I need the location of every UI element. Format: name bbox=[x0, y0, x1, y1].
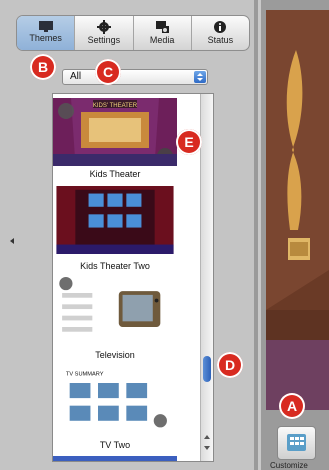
svg-text:KIDS' THEATER: KIDS' THEATER bbox=[93, 103, 138, 109]
tab-themes-label: Themes bbox=[29, 33, 62, 43]
callout-badge: D bbox=[217, 352, 243, 378]
popup-arrows-icon bbox=[194, 71, 206, 83]
customize-button[interactable] bbox=[277, 426, 316, 460]
tab-media[interactable]: Media bbox=[134, 16, 192, 50]
tab-themes[interactable]: Themes bbox=[17, 16, 76, 50]
info-icon bbox=[214, 21, 227, 33]
scroll-up-arrow-icon[interactable] bbox=[204, 435, 210, 439]
tab-settings[interactable]: Settings bbox=[75, 16, 134, 50]
theme-label: Kids Theater Two bbox=[80, 261, 150, 271]
collapse-arrow-icon[interactable] bbox=[10, 238, 14, 244]
callout-badge: C bbox=[95, 59, 121, 85]
theme-thumbnail bbox=[56, 186, 174, 254]
theme-label: Television bbox=[95, 350, 135, 360]
customize-icon bbox=[287, 434, 306, 451]
theme-label: Kids Theater bbox=[89, 169, 141, 179]
theme-thumbnail: KIDS' THEATER bbox=[53, 98, 177, 166]
scrollbar-thumb[interactable] bbox=[203, 356, 211, 382]
gear-icon bbox=[96, 20, 111, 34]
tab-settings-label: Settings bbox=[87, 35, 121, 45]
callout-badge: B bbox=[30, 54, 56, 80]
filter-popup[interactable]: All bbox=[62, 69, 208, 85]
theme-tv-two[interactable]: TV SUMMARY TV Two bbox=[53, 364, 201, 456]
theme-television[interactable]: Television bbox=[53, 274, 201, 364]
vertical-scrollbar[interactable] bbox=[200, 94, 213, 461]
tab-status-label: Status bbox=[207, 35, 234, 45]
svg-text:TV SUMMARY: TV SUMMARY bbox=[66, 371, 104, 377]
customize-label: Customize bbox=[270, 461, 308, 470]
tab-status[interactable]: Status bbox=[192, 16, 249, 50]
theme-label: TV Two bbox=[99, 440, 131, 450]
monitor-icon bbox=[38, 21, 53, 32]
next-theme-thumbnail[interactable] bbox=[53, 456, 177, 461]
callout-badge: A bbox=[279, 393, 305, 419]
filter-value: All bbox=[70, 71, 82, 82]
media-icon bbox=[156, 21, 170, 33]
theme-thumbnail: TV SUMMARY bbox=[56, 366, 174, 434]
panel-divider[interactable] bbox=[254, 0, 258, 470]
tab-media-label: Media bbox=[149, 35, 175, 45]
theme-preview-image bbox=[266, 10, 329, 410]
scroll-down-arrow-icon[interactable] bbox=[204, 446, 210, 450]
theme-kids-theater-two[interactable]: Kids Theater Two bbox=[53, 182, 201, 274]
segmented-toolbar: Themes Settings Media Status bbox=[16, 15, 250, 51]
theme-thumbnail bbox=[56, 276, 174, 344]
callout-badge: E bbox=[176, 129, 202, 155]
